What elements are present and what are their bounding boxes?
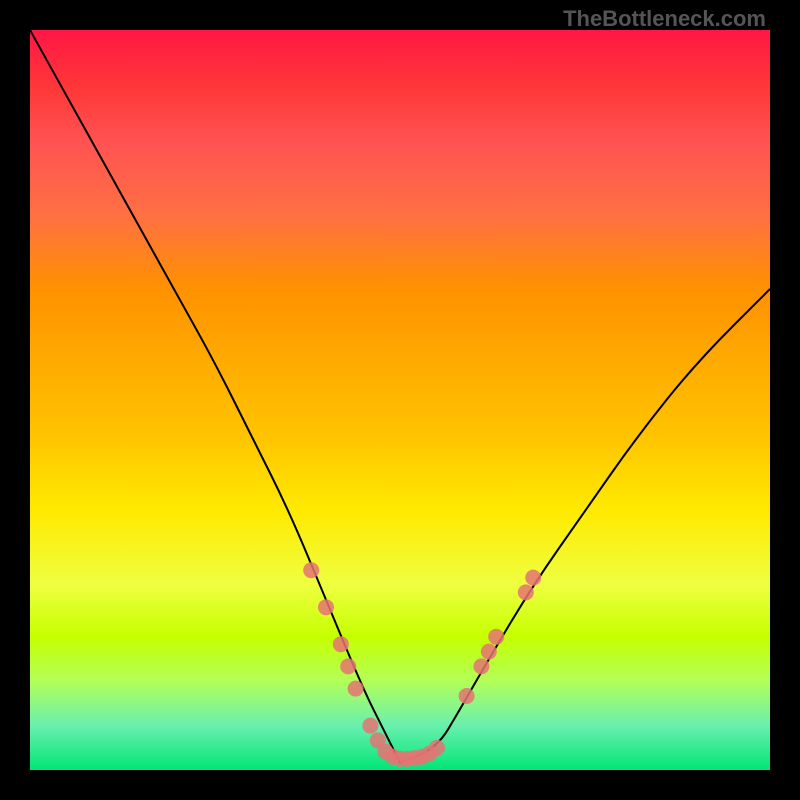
marker-group [303, 562, 541, 767]
data-marker [481, 644, 497, 660]
data-marker [362, 718, 378, 734]
data-marker [348, 681, 364, 697]
data-marker [459, 688, 475, 704]
plot-area [30, 30, 770, 770]
right-curve [400, 289, 770, 763]
data-marker [318, 599, 334, 615]
chart-container: TheBottleneck.com [0, 0, 800, 800]
curve-layer [30, 30, 770, 770]
left-curve [30, 30, 400, 763]
data-marker [488, 629, 504, 645]
data-marker [333, 636, 349, 652]
data-marker [525, 570, 541, 586]
attribution-text: TheBottleneck.com [563, 6, 766, 32]
data-marker [518, 584, 534, 600]
data-marker [340, 658, 356, 674]
data-marker [473, 658, 489, 674]
data-marker [429, 740, 445, 756]
data-marker [303, 562, 319, 578]
